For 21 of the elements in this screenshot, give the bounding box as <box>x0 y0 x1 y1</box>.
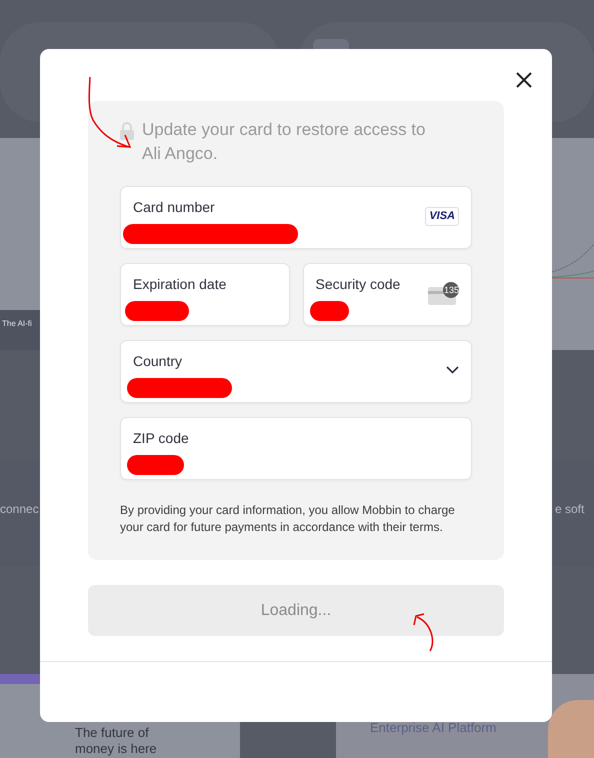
redaction-mark <box>125 301 189 321</box>
disclaimer-text: By providing your card information, you allow Mobbin to charge your card for future payments in accordance with their terms. <box>120 502 456 536</box>
banner-strip <box>0 674 40 684</box>
card-brand-logo: VISA <box>425 207 459 226</box>
zip-code-field[interactable]: ZIP code <box>120 417 472 480</box>
shape-drawing <box>548 700 594 758</box>
headline-text: The future of money is here <box>75 725 157 757</box>
notice-text: Update your card to restore access to Ali Angco. <box>142 119 426 165</box>
card-number-field[interactable]: Card number VISA <box>120 186 472 249</box>
card-background <box>0 310 40 350</box>
expiration-date-field[interactable]: Expiration date <box>120 263 290 326</box>
caption-text: The AI-fi <box>2 318 32 330</box>
country-select[interactable]: Country <box>120 340 472 403</box>
chevron-down-icon <box>446 366 459 374</box>
heading-text: connec <box>0 501 39 518</box>
redaction-mark <box>310 301 348 321</box>
security-code-field[interactable]: Security code 135 <box>302 263 472 326</box>
redaction-mark <box>127 455 184 475</box>
heading-text: e soft <box>555 501 584 518</box>
annotation-arrow <box>411 611 435 653</box>
lock-icon <box>120 122 134 140</box>
